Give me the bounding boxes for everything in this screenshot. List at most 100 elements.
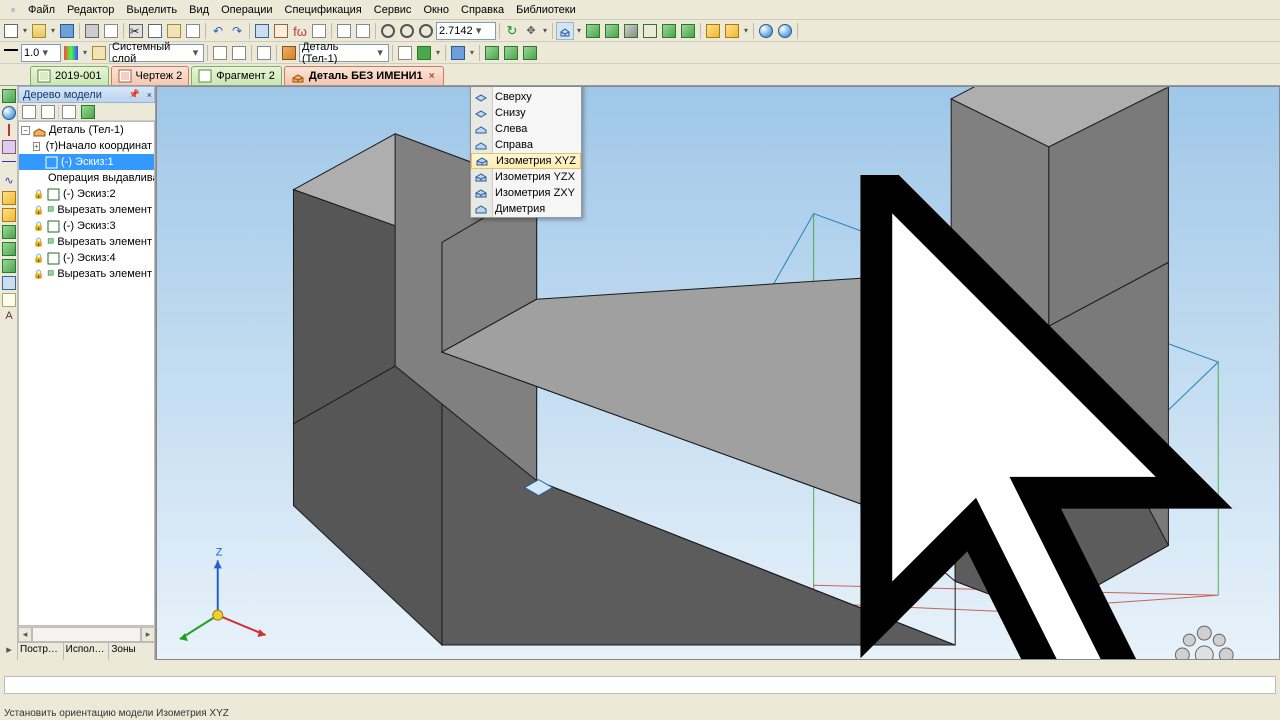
tree-node-sketch2[interactable]: 🔒 (-) Эскиз:2 — [19, 186, 154, 202]
tool-d[interactable] — [310, 22, 328, 40]
pan-dd[interactable]: ▾ — [541, 22, 549, 40]
copy-button[interactable] — [146, 22, 164, 40]
orient-right[interactable]: Справа — [471, 137, 581, 153]
tree-node-sketch1[interactable]: (-) Эскиз:1 — [19, 154, 154, 170]
refresh-button[interactable]: ↻ — [503, 22, 521, 40]
cubey2-button[interactable] — [723, 22, 741, 40]
zoom-in-button[interactable] — [398, 22, 416, 40]
menu-spec[interactable]: Спецификация — [279, 2, 368, 18]
lineweight-input[interactable]: 1.0▾ — [21, 44, 61, 62]
vp-hole[interactable] — [1, 207, 17, 223]
scroll-left-icon[interactable]: ◂ — [18, 627, 32, 642]
part-combo[interactable]: Деталь (Тел-1)▾ — [299, 44, 389, 62]
print-button[interactable] — [83, 22, 101, 40]
menu-help[interactable]: Справка — [455, 2, 510, 18]
cubey1-button[interactable] — [704, 22, 722, 40]
vp-revolve[interactable] — [1, 105, 17, 121]
vp-curve[interactable]: ∿ — [1, 173, 17, 189]
tool-j-dd[interactable]: ▾ — [468, 44, 476, 62]
tool-k[interactable] — [483, 44, 501, 62]
copy-props-button[interactable] — [184, 22, 202, 40]
tree-tab-build[interactable]: Построе... — [18, 643, 64, 660]
close-icon[interactable]: × — [427, 71, 437, 82]
redo-button[interactable]: ↷ — [228, 22, 246, 40]
section-button[interactable] — [679, 22, 697, 40]
shade2-button[interactable] — [603, 22, 621, 40]
color-dd[interactable]: ▾ — [81, 44, 89, 62]
zoom-input[interactable]: 2.7142▾ — [436, 22, 496, 40]
tree-node-extrude[interactable]: Операция выдавливания — [19, 170, 154, 186]
tree-tool-c[interactable] — [60, 103, 78, 121]
open-button[interactable] — [30, 22, 48, 40]
menu-libs[interactable]: Библиотеки — [510, 2, 582, 18]
part-icon[interactable] — [280, 44, 298, 62]
vp-extrude[interactable] — [1, 88, 17, 104]
tab-part-active[interactable]: Деталь БЕЗ ИМЕНИ1× — [284, 66, 444, 85]
orient-iso-yzx[interactable]: Изометрия YZX — [471, 169, 581, 185]
orient-top[interactable]: Сверху — [471, 89, 581, 105]
expand-icon[interactable]: + — [33, 142, 40, 151]
persp-button[interactable] — [660, 22, 678, 40]
tool-l[interactable] — [502, 44, 520, 62]
vp-pattern[interactable] — [1, 241, 17, 257]
vp-surface[interactable] — [1, 275, 17, 291]
save-button[interactable] — [58, 22, 76, 40]
tree-tab-exec[interactable]: Исполне... — [64, 643, 110, 660]
tree-node-cut1[interactable]: 🔒 Вырезать элемент — [19, 202, 154, 218]
vp-shell[interactable] — [1, 258, 17, 274]
orient-dd[interactable]: ▾ — [575, 22, 583, 40]
orient-dimetry[interactable]: Диметрия — [471, 201, 581, 217]
viewport-3d[interactable]: Z Нормально к... — [156, 86, 1280, 660]
command-input[interactable] — [4, 676, 1276, 694]
tool-c[interactable]: fω — [291, 22, 309, 40]
tool-h[interactable] — [396, 44, 414, 62]
open-dd[interactable]: ▾ — [49, 22, 57, 40]
tab-fragment[interactable]: Фрагмент 2 — [191, 66, 282, 85]
menu-service[interactable]: Сервис — [368, 2, 418, 18]
orient-left[interactable]: Слева — [471, 121, 581, 137]
undo-button[interactable]: ↶ — [209, 22, 227, 40]
tool-i-dd[interactable]: ▾ — [434, 44, 442, 62]
scroll-track[interactable] — [32, 627, 141, 642]
close-panel-icon[interactable]: × — [147, 90, 152, 100]
nav-cube[interactable] — [1175, 626, 1233, 659]
vp-axis[interactable] — [1, 122, 17, 138]
shade1-button[interactable] — [584, 22, 602, 40]
menu-select[interactable]: Выделить — [120, 2, 183, 18]
color-button[interactable] — [62, 44, 80, 62]
vp-line[interactable] — [1, 156, 17, 172]
tool-i[interactable] — [415, 44, 433, 62]
orient-iso-zxy[interactable]: Изометрия ZXY — [471, 185, 581, 201]
menu-file[interactable]: Файл — [22, 2, 61, 18]
render2-button[interactable] — [776, 22, 794, 40]
menu-operations[interactable]: Операции — [215, 2, 278, 18]
menu-view[interactable]: Вид — [183, 2, 215, 18]
vp-note[interactable]: A — [1, 309, 17, 325]
tree-root[interactable]: − Деталь (Тел-1) — [19, 122, 154, 138]
tool-b[interactable] — [272, 22, 290, 40]
tab-2019-001[interactable]: 2019-001 — [30, 66, 109, 85]
menu-edit[interactable]: Редактор — [61, 2, 120, 18]
tree-tool-b[interactable] — [39, 103, 57, 121]
pan-button[interactable]: ✥ — [522, 22, 540, 40]
new-button[interactable] — [2, 22, 20, 40]
tree-node-cut2[interactable]: 🔒 Вырезать элемент — [19, 234, 154, 250]
tool-f[interactable] — [230, 44, 248, 62]
prop-button[interactable] — [335, 22, 353, 40]
vp-measure[interactable] — [1, 292, 17, 308]
tab-drawing[interactable]: Чертеж 2 — [111, 66, 190, 85]
tree-node-sketch3[interactable]: 🔒 (-) Эскиз:3 — [19, 218, 154, 234]
menu-window[interactable]: Окно — [417, 2, 455, 18]
zoom-window-button[interactable] — [379, 22, 397, 40]
collapse-icon[interactable]: − — [21, 126, 30, 135]
tool-a[interactable] — [253, 22, 271, 40]
lineweight-icon[interactable] — [2, 44, 20, 62]
tool-g[interactable] — [255, 44, 273, 62]
vp-more[interactable]: ▸ — [1, 642, 17, 658]
tool-e[interactable] — [211, 44, 229, 62]
tree-node-origin[interactable]: + (т)Начало координат — [19, 138, 154, 154]
tree-node-cut3[interactable]: 🔒 Вырезать элемент — [19, 266, 154, 282]
tree-hscroll[interactable]: ◂ ▸ — [18, 626, 155, 642]
orient-button[interactable] — [556, 22, 574, 40]
cut-button[interactable]: ✂ — [127, 22, 145, 40]
